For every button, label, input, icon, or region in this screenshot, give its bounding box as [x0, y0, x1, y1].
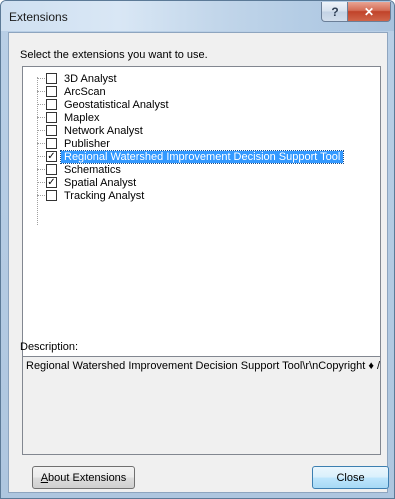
tree-branch [37, 182, 45, 183]
title-bar[interactable]: Extensions ? ✕ [1, 1, 394, 31]
extensions-dialog: Extensions ? ✕ Select the extensions you… [0, 0, 395, 499]
close-icon: ✕ [363, 4, 375, 19]
extension-checkbox[interactable] [46, 86, 57, 97]
extension-item[interactable]: ✓ Regional Watershed Improvement Decision… [37, 149, 345, 164]
tree-branch [37, 169, 45, 170]
extension-checkbox[interactable]: ✓ [46, 177, 57, 188]
tree-branch [37, 91, 45, 92]
extension-checkbox[interactable] [46, 138, 57, 149]
tree-branch [37, 195, 45, 196]
extension-item[interactable]: Schematics [37, 163, 121, 176]
dialog-body: Select the extensions you want to use. 3… [8, 32, 389, 493]
about-label: bout Extensions [48, 471, 127, 484]
help-button[interactable]: ? [321, 2, 349, 22]
title-close-button[interactable]: ✕ [347, 2, 391, 22]
extension-item[interactable]: 3D Analyst [37, 72, 117, 85]
description-box[interactable]: Regional Watershed Improvement Decision … [22, 356, 381, 455]
about-accelerator: A [40, 471, 49, 484]
extension-label: ArcScan [64, 85, 106, 98]
extension-item[interactable]: Publisher [37, 137, 110, 150]
extension-label: 3D Analyst [64, 72, 117, 85]
extension-checkbox[interactable] [46, 112, 57, 123]
extension-checkbox[interactable] [46, 164, 57, 175]
extension-checkbox[interactable] [46, 73, 57, 84]
extension-item[interactable]: ArcScan [37, 85, 106, 98]
extension-label: Network Analyst [64, 124, 143, 137]
tree-branch [37, 143, 45, 144]
extension-checkbox[interactable] [46, 99, 57, 110]
extension-item[interactable]: ✓ Spatial Analyst [37, 176, 136, 189]
about-extensions-button[interactable]: About Extensions [32, 466, 135, 489]
help-icon: ? [331, 4, 339, 19]
close-button[interactable]: Close [312, 466, 389, 489]
extension-label: Maplex [64, 111, 100, 124]
description-label: Description: [20, 341, 79, 353]
extension-item[interactable]: Network Analyst [37, 124, 143, 137]
extension-label: Schematics [64, 163, 121, 176]
tree-branch [37, 130, 45, 131]
tree-branch [37, 78, 45, 79]
checkmark-icon: ✓ [47, 177, 56, 188]
extension-label: Spatial Analyst [64, 176, 137, 189]
dialog-title: Extensions [9, 10, 68, 24]
instruction-label: Select the extensions you want to use. [20, 49, 208, 61]
extension-checkbox[interactable] [46, 190, 57, 201]
extension-label: Regional Watershed Improvement Decision … [59, 149, 345, 164]
extension-checkbox[interactable] [46, 125, 57, 136]
extension-item[interactable]: Maplex [37, 111, 99, 124]
extension-label: Tracking Analyst [64, 189, 145, 202]
extension-item[interactable]: Tracking Analyst [37, 189, 144, 202]
tree-branch [37, 117, 45, 118]
extension-item[interactable]: Geostatistical Analyst [37, 98, 169, 111]
tree-branch [37, 156, 45, 157]
extensions-list[interactable]: 3D Analyst ArcScan Geostatistical Analyst M… [22, 66, 381, 364]
checkmark-icon: ✓ [47, 151, 56, 162]
tree-branch [37, 104, 45, 105]
extension-label: Geostatistical Analyst [64, 98, 169, 111]
description-text: Regional Watershed Improvement Decision … [26, 360, 381, 372]
extension-label: Publisher [64, 137, 110, 150]
extension-checkbox[interactable]: ✓ [46, 151, 57, 162]
